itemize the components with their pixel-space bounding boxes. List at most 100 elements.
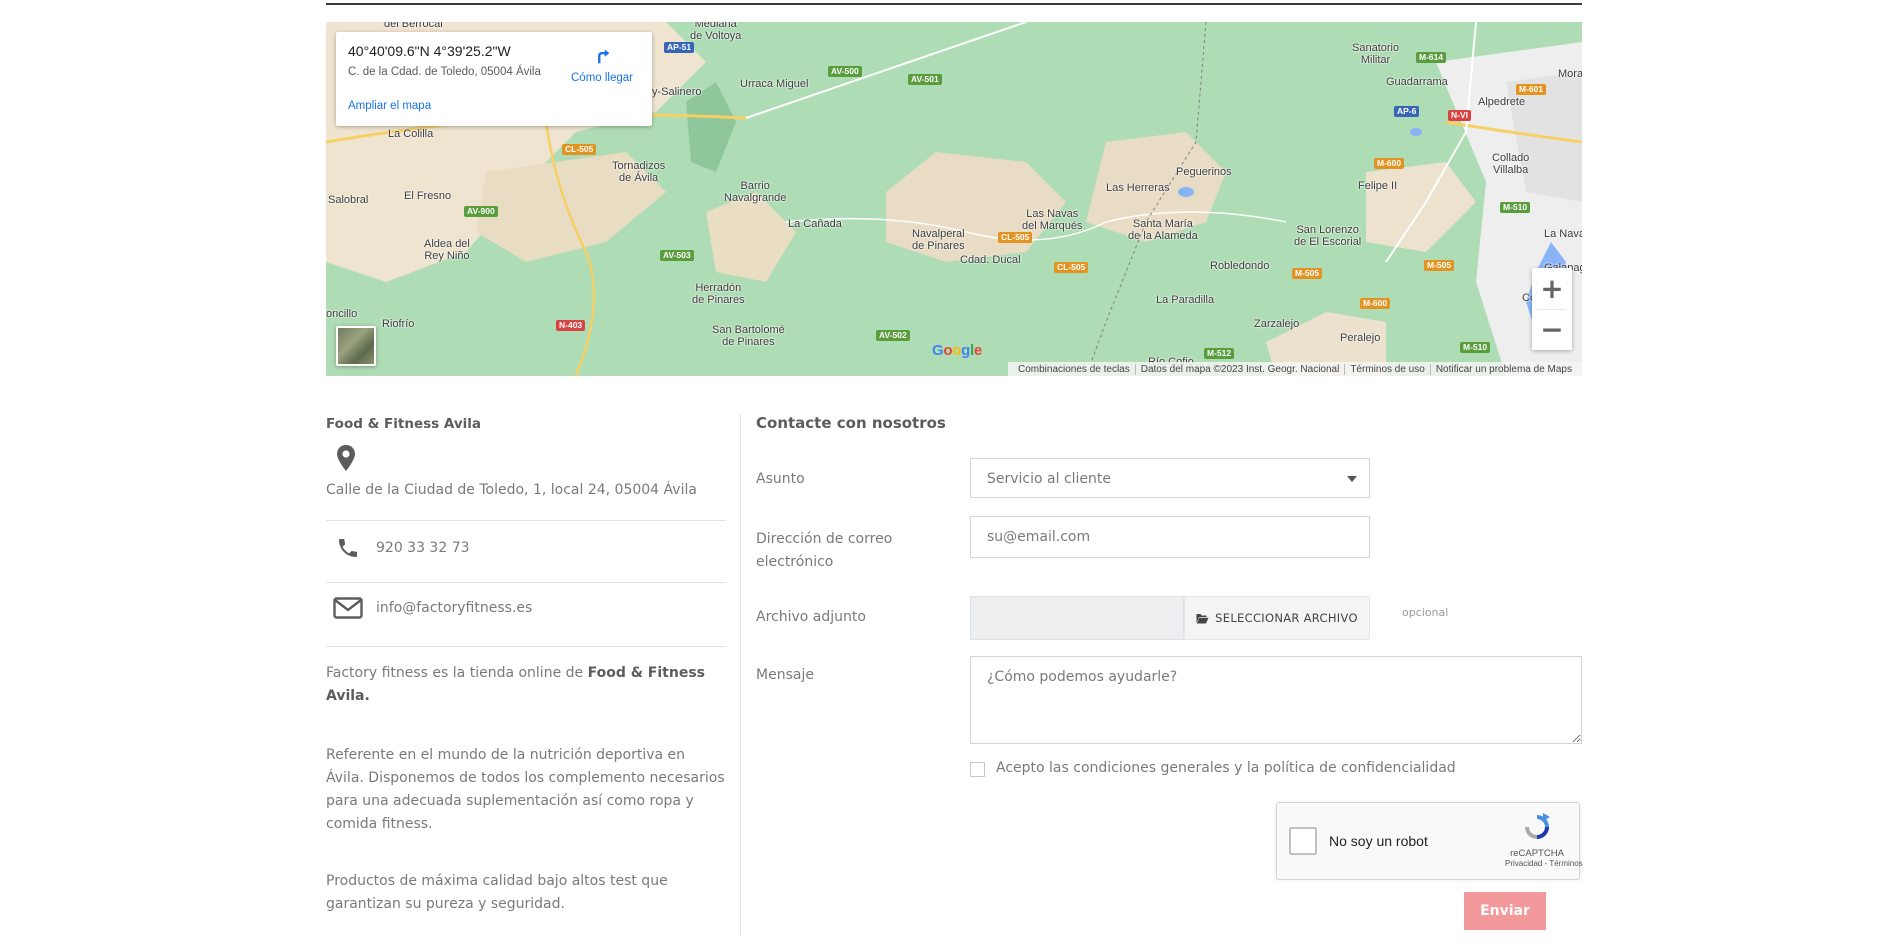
- map-data-credit: Datos del mapa ©2023 Inst. Geogr. Nacion…: [1136, 363, 1346, 375]
- send-button[interactable]: Enviar: [1464, 892, 1546, 930]
- keyboard-shortcuts-link[interactable]: Combinaciones de teclas: [1013, 363, 1136, 375]
- contact-page: del Berrocal Mediana de Voltoya y-Saline…: [326, 0, 1583, 952]
- road-shield-ap51: AP-51: [664, 42, 695, 53]
- map-label-mora: Mora: [1558, 68, 1582, 80]
- map-coordinates: 40°40'09.6"N 4°39'25.2"W: [348, 43, 511, 59]
- map-label-aldea: Aldea del Rey Niño: [424, 238, 470, 262]
- map-label-tornadizos: Tornadizos de Ávila: [612, 160, 666, 184]
- select-file-label: SELECCIONAR ARCHIVO: [1215, 611, 1358, 625]
- form-title: Contacte con nosotros: [756, 414, 946, 432]
- recaptcha-privacy-terms[interactable]: Privacidad - Términos: [1505, 859, 1583, 868]
- satellite-layer-toggle[interactable]: [336, 326, 376, 366]
- description-text: Factory fitness es la tienda online de: [326, 665, 584, 681]
- map-attribution-bar: Combinaciones de teclas Datos del mapa ©…: [1008, 362, 1582, 376]
- top-divider: [326, 3, 1582, 5]
- recaptcha-logo: reCAPTCHA Privacidad - Términos: [1505, 811, 1583, 868]
- map-label-collado: Collado Villalba: [1492, 152, 1530, 176]
- map-label-fresno: El Fresno: [404, 190, 452, 202]
- map-label-navas: Las Navas del Marqués: [1022, 208, 1083, 232]
- road-shield-m505: M-505: [1292, 268, 1323, 279]
- map-label-sanatorio: Sanatorio Militar: [1352, 42, 1400, 66]
- consent-checkbox[interactable]: [970, 762, 985, 777]
- map-label-colilla: La Colilla: [388, 128, 434, 140]
- consent-label: Acepto las condiciones generales y la po…: [996, 760, 1456, 776]
- road-shield-ap6: AP-6: [1394, 106, 1420, 117]
- recaptcha-widget: No soy un robot reCAPTCHA Privacidad - T…: [1276, 802, 1583, 880]
- store-phone: 920 33 32 73: [376, 540, 470, 556]
- store-address: Calle de la Ciudad de Toledo, 1, local 2…: [326, 482, 697, 498]
- road-shield-m510: M-510: [1500, 202, 1531, 213]
- map-label-santamaria: Santa María de la Alameda: [1128, 218, 1198, 242]
- road-shield-cl505-c: CL-505: [1054, 262, 1089, 273]
- road-shield-m601: M-601: [1516, 84, 1547, 95]
- email-label: Dirección de correo electrónico: [756, 531, 893, 570]
- map-label-robledondo: Robledondo: [1210, 260, 1270, 272]
- road-shield-av500: AV-500: [828, 66, 862, 77]
- map-label-paradilla: La Paradilla: [1156, 294, 1215, 306]
- recaptcha-icon: [1525, 813, 1550, 839]
- map-label-canada: La Cañada: [788, 218, 842, 230]
- folder-open-icon: [1196, 613, 1209, 623]
- map-info-card: 40°40'09.6"N 4°39'25.2"W C. de la Cdad. …: [336, 32, 652, 126]
- map-label-herradon: Herradón de Pinares: [692, 282, 745, 306]
- road-shield-cl505: CL-505: [562, 144, 597, 155]
- store-email[interactable]: info@factoryfitness.es: [376, 600, 532, 616]
- road-shield-m505-b: M-505: [1424, 260, 1455, 271]
- map-label-felipe: Felipe II: [1358, 180, 1398, 192]
- envelope-icon: [333, 597, 363, 619]
- road-shield-m512: M-512: [1204, 348, 1235, 359]
- map-label-herreras: Las Herreras: [1106, 182, 1170, 194]
- store-name: Food & Fitness Avila: [326, 416, 482, 432]
- directions-label: Cómo llegar: [571, 72, 633, 84]
- map-label-sanbartolome: San Bartolomé de Pinares: [712, 324, 785, 348]
- phone-icon: [339, 539, 357, 557]
- map-label-salobral: Salobral: [328, 194, 369, 206]
- attachment-filename-field[interactable]: [970, 596, 1184, 640]
- map-label-voltoya: Mediana de Voltoya: [690, 22, 742, 42]
- zoom-in-button[interactable]: +: [1532, 268, 1572, 309]
- report-problem-link[interactable]: Notificar un problema de Maps: [1431, 364, 1577, 375]
- map-label-riofrio: Riofrío: [382, 318, 415, 330]
- select-file-button[interactable]: SELECCIONAR ARCHIVO: [1184, 596, 1370, 640]
- map-label-urraca: Urraca Miguel: [740, 78, 809, 90]
- map-label-peralejo: Peralejo: [1340, 332, 1381, 344]
- map-label-zarzalejo: Zarzalejo: [1254, 318, 1300, 330]
- map-label-berrocal: del Berrocal: [384, 22, 443, 30]
- map-label-barrio: Barrio Navalgrande: [724, 180, 787, 204]
- subject-label: Asunto: [756, 471, 805, 487]
- store-description-1: Factory fitness es la tienda online de F…: [326, 662, 726, 708]
- subject-select[interactable]: Servicio al cliente: [970, 458, 1370, 498]
- map-label-peguerinos: Peguerinos: [1176, 166, 1232, 178]
- map-label-alpedrete: Alpedrete: [1478, 96, 1526, 108]
- store-description-3: Productos de máxima calidad bajo altos t…: [326, 873, 668, 912]
- column-divider: [740, 414, 741, 936]
- message-label: Mensaje: [756, 667, 814, 683]
- location-pin-icon: [337, 445, 355, 471]
- road-shield-m614: M-614: [1416, 52, 1447, 63]
- road-shield-cl505-b: CL-505: [998, 232, 1033, 243]
- road-shield-m600-b: M-600: [1360, 298, 1391, 309]
- recaptcha-checkbox[interactable]: [1289, 827, 1317, 855]
- map-zoom-control: + −: [1532, 268, 1572, 350]
- map-label-ronquillo: oncillo: [326, 308, 358, 320]
- road-shield-av900: AV-900: [464, 206, 498, 217]
- info-divider: [326, 520, 726, 521]
- email-field[interactable]: [970, 516, 1370, 558]
- map-label-lanava: La Nava: [1544, 228, 1582, 240]
- road-shield-m600: M-600: [1374, 158, 1405, 169]
- chevron-down-icon: [1347, 476, 1357, 482]
- road-shield-av503: AV-503: [660, 250, 694, 261]
- optional-hint: opcional: [1402, 606, 1449, 619]
- road-shield-n403: N-403: [556, 320, 586, 331]
- contact-form: Contacte con nosotros Asunto Servicio al…: [756, 406, 1583, 946]
- google-logo: Google: [932, 342, 982, 359]
- terms-of-use-link[interactable]: Términos de uso: [1345, 363, 1431, 375]
- enlarge-map-link[interactable]: Ampliar el mapa: [348, 100, 431, 112]
- zoom-out-button[interactable]: −: [1532, 309, 1572, 350]
- directions-button[interactable]: Cómo llegar: [562, 44, 642, 84]
- map-label-salinero: y-Salinero: [652, 86, 702, 98]
- road-shield-nvi: N-VI: [1448, 110, 1471, 121]
- map-label-guadarrama: Guadarrama: [1386, 76, 1448, 88]
- message-field[interactable]: [970, 656, 1582, 744]
- google-map[interactable]: del Berrocal Mediana de Voltoya y-Saline…: [326, 22, 1582, 376]
